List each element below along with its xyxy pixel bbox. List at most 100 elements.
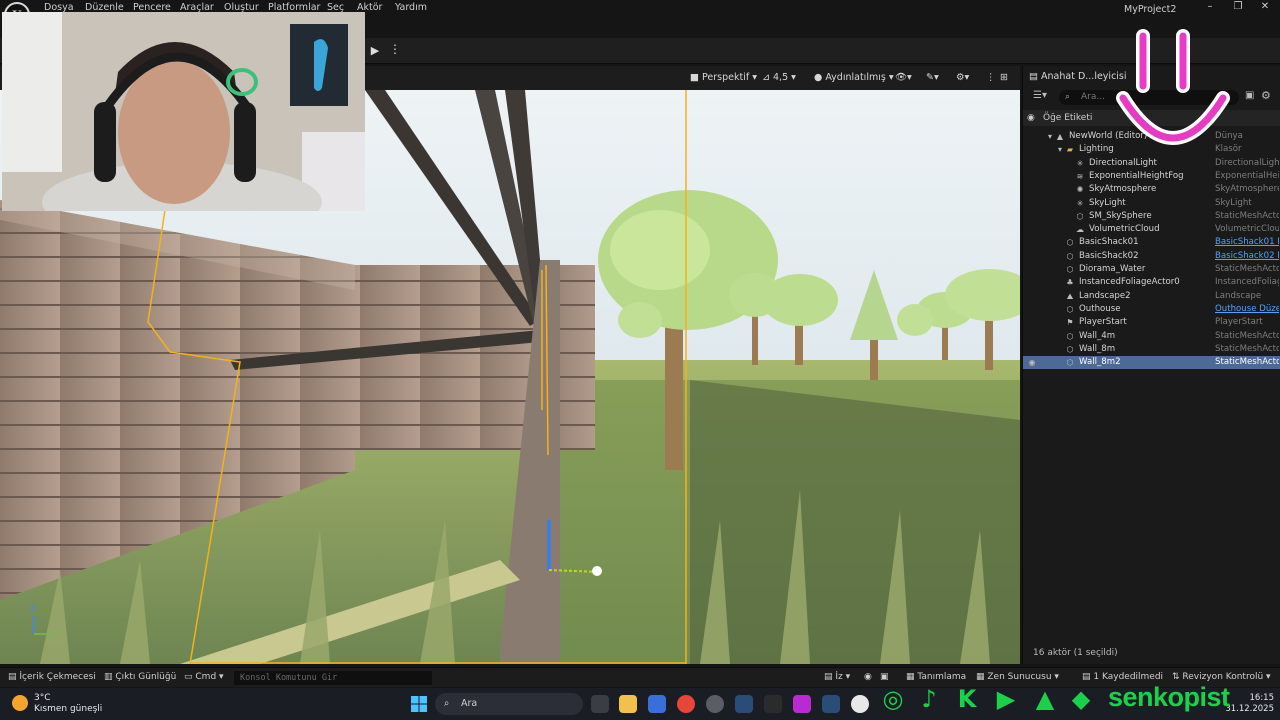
search-placeholder: Ara...: [1081, 92, 1105, 102]
outliner-row-type: StaticMeshActor: [1215, 330, 1279, 341]
outliner-row[interactable]: ⚑ PlayerStart PlayerStart: [1023, 316, 1280, 329]
task-view-icon[interactable]: [591, 695, 609, 713]
filter-icon[interactable]: ☰▾: [1033, 90, 1047, 101]
taskbar-search[interactable]: ⌕ Ara: [435, 693, 583, 715]
outliner-row[interactable]: ⛰ Landscape2 Landscape: [1023, 290, 1280, 303]
epic-games-icon[interactable]: [764, 695, 782, 713]
light-icon: ✳: [1076, 198, 1084, 208]
play-icon[interactable]: ▶: [366, 42, 384, 60]
outliner-row[interactable]: ⬡ BasicShack01 BasicShack01 D: [1023, 236, 1280, 249]
outliner-row[interactable]: ✺ SkyAtmosphere SkyAtmosphere: [1023, 183, 1280, 196]
outliner-row-type: StaticMeshActor: [1215, 264, 1279, 274]
outliner-row-label: SkyAtmosphere: [1089, 184, 1157, 195]
add-folder-icon[interactable]: ▣: [1245, 90, 1254, 101]
outliner-row[interactable]: ≋ ExponentialHeightFog ExponentialHeigh: [1023, 170, 1280, 183]
mesh-icon: ⬡: [1066, 238, 1074, 248]
more-options-icon[interactable]: ⋮: [389, 42, 401, 56]
cmd-dropdown[interactable]: ▭ Cmd ▾: [184, 672, 224, 682]
outliner-row-type: InstancedFoliage: [1215, 277, 1279, 288]
outliner-row[interactable]: ⬡ SM_SkySphere StaticMeshActor: [1023, 210, 1280, 223]
terminal-icon: ▭: [184, 672, 193, 682]
outliner-row[interactable]: ⬡ Outhouse Outhouse Düzer: [1023, 303, 1280, 316]
bell-icon: ◆: [1071, 685, 1091, 713]
outliner-row[interactable]: ⬡ BasicShack02 BasicShack02 D: [1023, 250, 1280, 263]
transform-tools-button[interactable]: ✎▾: [926, 70, 939, 86]
outliner-row-label: SkyLight: [1089, 197, 1126, 208]
visibility-eye-icon[interactable]: ◉: [1027, 356, 1037, 369]
lit-sphere-icon: ●: [814, 72, 823, 83]
mesh-icon: ⬡: [1066, 265, 1074, 274]
world-icon: ▲: [1056, 132, 1064, 141]
mesh-icon: ⬡: [1066, 251, 1074, 261]
outliner-row-type: DirectionalLight: [1215, 157, 1279, 168]
menu-help[interactable]: Yardım: [395, 2, 427, 13]
outliner-row[interactable]: ☁ VolumetricCloud VolumetricCloud: [1023, 223, 1280, 236]
app-icon[interactable]: [793, 695, 811, 713]
expand-chevron-icon[interactable]: ▾: [1055, 143, 1065, 156]
layout-grid-icon[interactable]: ⊞: [1000, 70, 1008, 86]
outliner-row-type: SkyLight: [1215, 197, 1252, 208]
outliner-row[interactable]: ✳ DirectionalLight DirectionalLight: [1023, 157, 1280, 170]
content-drawer-button[interactable]: ▤ İçerik Çekmecesi: [8, 672, 96, 682]
fov-label: 4,5: [773, 72, 789, 83]
weather-widget[interactable]: 3°C Kısmen güneşli: [12, 693, 102, 715]
record-icon[interactable]: ◉: [864, 672, 872, 682]
steam-alt-icon[interactable]: [822, 695, 840, 713]
fov-button[interactable]: ⊿ 4,5 ▾: [762, 70, 796, 86]
windows-start-icon[interactable]: [411, 696, 427, 712]
trace-icon: ▤: [824, 672, 833, 682]
outliner-row[interactable]: ✳ SkyLight SkyLight: [1023, 197, 1280, 210]
github-icon[interactable]: [706, 695, 724, 713]
perspective-button[interactable]: ■ Perspektif ▾: [690, 70, 757, 86]
outliner-row[interactable]: ◉ ⬡ Wall_8m2 StaticMeshActor: [1023, 356, 1280, 370]
viewport-more-icon[interactable]: ⋮: [986, 70, 996, 86]
mesh-icon: ⬡: [1066, 358, 1074, 368]
outliner-row[interactable]: ⬡ Wall_8m StaticMeshActor: [1023, 343, 1280, 356]
file-explorer-icon[interactable]: [619, 695, 637, 713]
chevron-down-icon: ▾: [791, 72, 796, 83]
trace-button[interactable]: ▤ İz ▾: [824, 672, 850, 682]
drawer-icon: ▤: [8, 672, 17, 682]
chevron-down-icon: ▾: [845, 672, 851, 682]
kick-icon: K: [957, 685, 977, 713]
outliner-row[interactable]: ⬡ Diorama_Water StaticMeshActor: [1023, 263, 1280, 276]
mesh-icon: ⬡: [1066, 304, 1074, 314]
outliner-icon: ▤: [1029, 71, 1038, 82]
outliner-row-label: VolumetricCloud: [1089, 224, 1160, 235]
outliner-row[interactable]: ♣ InstancedFoliageActor0 InstancedFoliage: [1023, 276, 1280, 289]
fog-icon: ≋: [1076, 171, 1084, 181]
sun-icon: [12, 695, 28, 711]
outliner-row-type-link[interactable]: BasicShack02 D: [1215, 250, 1279, 263]
outliner-row-type-link[interactable]: Outhouse Düzer: [1215, 303, 1279, 316]
outliner-settings-icon[interactable]: ⚙: [1261, 89, 1271, 102]
steam-icon[interactable]: [735, 695, 753, 713]
expand-chevron-icon[interactable]: ▾: [1045, 130, 1055, 143]
trace-label: İz: [835, 672, 843, 682]
console-input[interactable]: Konsol Komutunu Gir: [234, 671, 432, 685]
actor-count: 16 aktör (1 seçildi): [1033, 648, 1118, 658]
output-log-button[interactable]: ▥ Çıktı Günlüğü: [104, 672, 176, 682]
outliner-row[interactable]: ⬡ Wall_4m StaticMeshActor: [1023, 330, 1280, 343]
social-overlay: ◎ ♪ K ▶ ▲ ◆ senkopist: [876, 680, 1280, 720]
lighting-button[interactable]: ● Aydınlatılmış ▾: [814, 70, 894, 86]
outliner-row-label: Wall_4m: [1079, 330, 1116, 341]
settings-icon[interactable]: ⚙▾: [956, 70, 969, 86]
landscape-icon: ⛰: [1066, 291, 1074, 301]
minimize-icon[interactable]: –: [1203, 1, 1217, 12]
camera-icon: ■: [690, 72, 699, 83]
project-name: MyProject2: [1124, 4, 1177, 15]
outliner-row-type-link[interactable]: BasicShack01 D: [1215, 236, 1279, 249]
show-flags-button[interactable]: 👁▾: [895, 70, 912, 86]
search-icon: ⌕: [444, 698, 450, 709]
close-icon[interactable]: ✕: [1258, 1, 1272, 12]
outliner-row-label: Lighting: [1079, 144, 1114, 155]
store-icon[interactable]: [648, 695, 666, 713]
axis-y-label: Y: [54, 628, 59, 637]
unreal-taskbar-icon[interactable]: [851, 695, 869, 713]
outliner-row-type: PlayerStart: [1215, 317, 1263, 328]
outliner-row-label: Diorama_Water: [1079, 264, 1146, 274]
maximize-icon[interactable]: ❐: [1231, 1, 1245, 12]
visibility-eye-icon: ◉: [1027, 113, 1035, 123]
light-icon: ✳: [1076, 158, 1084, 168]
chrome-icon[interactable]: [677, 695, 695, 713]
